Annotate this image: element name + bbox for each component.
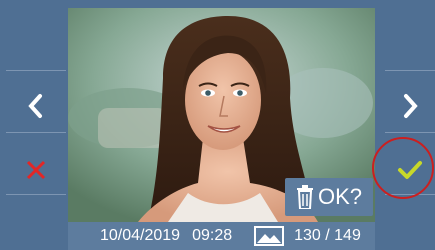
chevron-right-icon xyxy=(404,94,418,118)
highlight-ring xyxy=(372,137,434,199)
delete-confirm-prompt[interactable]: OK? xyxy=(285,178,373,216)
ok-prompt-label: OK? xyxy=(317,184,363,209)
status-bar: 10/04/2019 09:28 130 / 149 xyxy=(68,222,375,250)
left-panel xyxy=(6,8,66,250)
image-counter: 130 / 149 xyxy=(294,227,361,244)
image-icon xyxy=(254,226,285,246)
right-divider-1 xyxy=(385,70,435,71)
right-panel xyxy=(385,8,435,250)
capture-time: 09:28 xyxy=(192,227,233,244)
capture-date: 10/04/2019 xyxy=(100,227,181,244)
trash-icon xyxy=(296,185,313,209)
next-button[interactable] xyxy=(385,76,435,136)
previous-button[interactable] xyxy=(6,76,66,136)
delete-button[interactable] xyxy=(6,140,66,200)
close-icon xyxy=(26,160,46,180)
chevron-left-icon xyxy=(28,94,42,118)
left-divider-1 xyxy=(6,70,66,71)
